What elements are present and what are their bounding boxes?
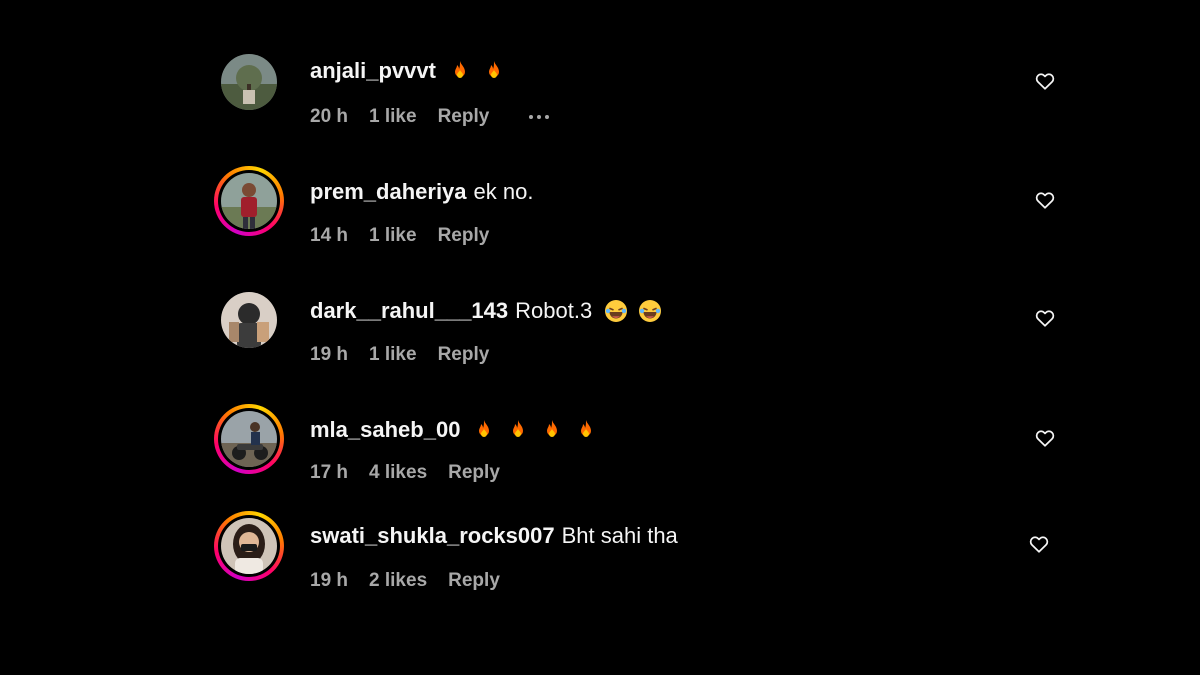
comment-text: Robot.3 <box>515 298 593 323</box>
avatar-image <box>221 518 277 574</box>
like-count[interactable]: 2 likes <box>369 570 427 592</box>
heart-outline-icon[interactable] <box>1034 427 1056 449</box>
fire-emoji-icon <box>448 59 472 83</box>
avatar-image <box>221 54 277 110</box>
comment-timestamp: 14 h <box>310 225 349 246</box>
username[interactable]: anjali_pvvvt <box>310 58 436 84</box>
fire-emoji-icon <box>482 59 506 83</box>
avatar-image <box>221 411 277 467</box>
avatar-story-ring[interactable] <box>214 404 284 474</box>
like-count[interactable]: 4 likes <box>369 462 427 484</box>
username[interactable]: swati_shukla_rocks007 <box>310 523 555 549</box>
comment-text: Bht sahi tha <box>561 523 678 548</box>
comment-timestamp: 19 h <box>310 344 349 365</box>
username[interactable]: dark__rahul___143 <box>310 298 508 324</box>
comment-timestamp: 17 h <box>310 462 349 483</box>
fire-emoji-icon <box>472 418 496 442</box>
comment-text: ek no. <box>473 179 534 204</box>
avatar-story-ring[interactable] <box>214 511 284 581</box>
username[interactable]: mla_saheb_00 <box>310 417 460 443</box>
heart-outline-icon[interactable] <box>1028 533 1050 555</box>
heart-outline-icon[interactable] <box>1034 189 1056 211</box>
avatar-story-ring[interactable] <box>214 166 284 236</box>
like-count[interactable]: 1 like <box>369 344 417 366</box>
fire-emoji-icon <box>540 418 564 442</box>
reply-button[interactable]: Reply <box>448 462 500 484</box>
reply-button[interactable]: Reply <box>438 225 490 247</box>
avatar-image <box>221 292 277 348</box>
reply-button[interactable]: Reply <box>448 570 500 592</box>
heart-outline-icon[interactable] <box>1034 307 1056 329</box>
username[interactable]: prem_daheriya <box>310 179 467 205</box>
fire-emoji-icon <box>574 418 598 442</box>
more-options-icon[interactable] <box>529 115 550 119</box>
like-count[interactable]: 1 like <box>369 106 417 128</box>
comment-timestamp: 20 h <box>310 106 349 127</box>
reply-button[interactable]: Reply <box>438 344 490 366</box>
avatar[interactable] <box>221 54 277 110</box>
like-count[interactable]: 1 like <box>369 225 417 247</box>
comment-timestamp: 19 h <box>310 570 349 591</box>
laughing-emoji-icon <box>638 299 662 323</box>
laughing-emoji-icon <box>604 299 628 323</box>
heart-outline-icon[interactable] <box>1034 70 1056 92</box>
avatar[interactable] <box>221 292 277 348</box>
fire-emoji-icon <box>506 418 530 442</box>
reply-button[interactable]: Reply <box>438 106 490 128</box>
avatar-image <box>221 173 277 229</box>
